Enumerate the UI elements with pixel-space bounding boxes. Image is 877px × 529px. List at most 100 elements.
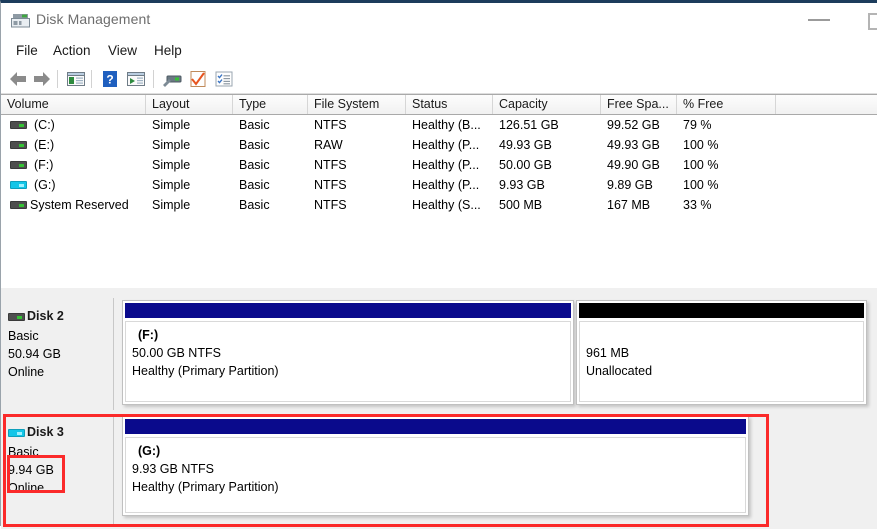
table-row[interactable]: (C:) Simple Basic NTFS Healthy (B... 126… xyxy=(1,115,877,135)
column-header-volume[interactable]: Volume xyxy=(1,95,146,114)
table-row[interactable]: System Reserved Simple Basic NTFS Health… xyxy=(1,195,877,215)
properties-disk-icon[interactable] xyxy=(161,69,183,89)
cell-file-system: NTFS xyxy=(314,198,347,212)
volume-list-header: Volume Layout Type File System Status Ca… xyxy=(1,94,877,115)
cell-type: Basic xyxy=(239,178,270,192)
partition-size: 50.00 GB NTFS xyxy=(132,346,221,360)
cell-layout: Simple xyxy=(152,138,191,152)
disk-row-disk-2[interactable]: Disk 2 Basic 50.94 GB Online (F:) 50.00 … xyxy=(1,296,877,412)
toolbar-separator xyxy=(91,70,92,88)
window-title: Disk Management xyxy=(36,11,151,27)
disk-state-label: Online xyxy=(8,365,45,379)
cell-capacity: 49.93 GB xyxy=(499,138,552,152)
title-bar: Disk Management xyxy=(1,3,877,36)
table-row[interactable]: (F:) Simple Basic NTFS Healthy (P... 50.… xyxy=(1,155,877,175)
show-hide-console-tree-icon[interactable] xyxy=(65,69,87,89)
partition-capacity-bar xyxy=(579,303,864,318)
cell-type: Basic xyxy=(239,198,270,212)
volume-list-rows: (C:) Simple Basic NTFS Healthy (B... 126… xyxy=(1,115,877,215)
cell-free-space: 99.52 GB xyxy=(607,118,660,132)
cell-volume: System Reserved xyxy=(30,198,129,212)
column-header-type[interactable]: Type xyxy=(233,95,308,114)
column-header-file-system[interactable]: File System xyxy=(308,95,406,114)
table-row[interactable]: (G:) Simple Basic NTFS Healthy (P... 9.9… xyxy=(1,175,877,195)
disk-name-label: Disk 2 xyxy=(27,309,64,323)
help-icon[interactable]: ? xyxy=(99,69,121,89)
disk-icon-highlighted xyxy=(8,429,25,437)
disk-info-disk-2[interactable]: Disk 2 Basic 50.94 GB Online xyxy=(3,298,114,410)
menu-help[interactable]: Help xyxy=(147,41,189,61)
column-header-layout[interactable]: Layout xyxy=(146,95,233,114)
toolbar-separator xyxy=(153,70,154,88)
menu-action[interactable]: Action xyxy=(46,41,98,61)
column-header-free-space[interactable]: Free Spa... xyxy=(601,95,677,114)
cell-capacity: 126.51 GB xyxy=(499,118,559,132)
toolbar-separator xyxy=(57,70,58,88)
forward-arrow-icon[interactable] xyxy=(31,69,53,89)
graphical-view-pane[interactable]: Disk 2 Basic 50.94 GB Online (F:) 50.00 … xyxy=(1,296,877,529)
rescan-disks-icon[interactable] xyxy=(187,69,209,89)
cell-volume: (E:) xyxy=(34,138,55,152)
cell-type: Basic xyxy=(239,158,270,172)
toolbar: ? xyxy=(1,65,877,94)
cell-free-space: 49.93 GB xyxy=(607,138,660,152)
disk-size-label: 9.94 GB xyxy=(8,463,54,477)
show-hide-action-pane-icon[interactable] xyxy=(125,69,147,89)
cell-free-space: 9.89 GB xyxy=(607,178,653,192)
cell-file-system: NTFS xyxy=(314,158,347,172)
partition-size: 961 MB xyxy=(586,346,630,360)
disk-name-label: Disk 3 xyxy=(27,425,64,439)
drive-icon xyxy=(10,141,27,149)
list-view-icon[interactable] xyxy=(213,69,235,89)
partition-unallocated[interactable]: 961 MB Unallocated xyxy=(576,300,867,405)
cell-status: Healthy (S... xyxy=(412,198,481,212)
partition-capacity-bar xyxy=(125,303,571,318)
cell-percent-free: 100 % xyxy=(683,178,719,192)
partition-g[interactable]: (G:) 9.93 GB NTFS Healthy (Primary Parti… xyxy=(122,416,749,516)
partition-body: 961 MB Unallocated xyxy=(579,321,864,402)
partition-label: (G:) xyxy=(138,444,161,458)
partition-f[interactable]: (F:) 50.00 GB NTFS Healthy (Primary Part… xyxy=(122,300,574,405)
column-header-status[interactable]: Status xyxy=(406,95,493,114)
column-header-capacity[interactable]: Capacity xyxy=(493,95,601,114)
disk-type-label: Basic xyxy=(8,445,39,459)
cell-status: Healthy (P... xyxy=(412,178,480,192)
maximize-button[interactable] xyxy=(859,3,877,35)
partition-body: (G:) 9.93 GB NTFS Healthy (Primary Parti… xyxy=(125,437,746,513)
cell-capacity: 50.00 GB xyxy=(499,158,552,172)
cell-capacity: 9.93 GB xyxy=(499,178,545,192)
disk-info-disk-3[interactable]: Disk 3 Basic 9.94 GB Online xyxy=(3,414,114,527)
disk-management-window: Disk Management File Action View Help ? … xyxy=(0,0,877,529)
back-arrow-icon[interactable] xyxy=(7,69,29,89)
cell-volume: (G:) xyxy=(34,178,56,192)
table-row[interactable]: (E:) Simple Basic RAW Healthy (P... 49.9… xyxy=(1,135,877,155)
cell-layout: Simple xyxy=(152,118,191,132)
cell-layout: Simple xyxy=(152,158,191,172)
cell-status: Healthy (B... xyxy=(412,118,481,132)
disk-row-disk-3[interactable]: Disk 3 Basic 9.94 GB Online (G:) 9.93 GB… xyxy=(1,412,877,529)
cell-file-system: NTFS xyxy=(314,118,347,132)
cell-layout: Simple xyxy=(152,178,191,192)
cell-status: Healthy (P... xyxy=(412,138,480,152)
drive-icon xyxy=(10,161,27,169)
menu-file[interactable]: File xyxy=(9,41,45,61)
cell-file-system: NTFS xyxy=(314,178,347,192)
partition-label: (F:) xyxy=(138,328,159,342)
disk-state-label: Online xyxy=(8,481,45,495)
column-header-percent-free[interactable]: % Free xyxy=(677,95,776,114)
disk-size-label: 50.94 GB xyxy=(8,347,61,361)
minimize-icon xyxy=(808,19,830,21)
volume-list-pane[interactable]: Volume Layout Type File System Status Ca… xyxy=(1,94,877,289)
cell-file-system: RAW xyxy=(314,138,343,152)
cell-type: Basic xyxy=(239,118,270,132)
menu-bar: File Action View Help xyxy=(1,39,877,63)
minimize-button[interactable] xyxy=(796,3,842,35)
partition-size: 9.93 GB NTFS xyxy=(132,462,214,476)
menu-view[interactable]: View xyxy=(101,41,144,61)
partition-status: Unallocated xyxy=(586,364,653,378)
cell-free-space: 167 MB xyxy=(607,198,651,212)
cell-volume: (C:) xyxy=(34,118,55,132)
column-header-blank[interactable] xyxy=(776,95,877,114)
disk-management-icon xyxy=(11,13,30,28)
drive-icon xyxy=(10,201,27,209)
